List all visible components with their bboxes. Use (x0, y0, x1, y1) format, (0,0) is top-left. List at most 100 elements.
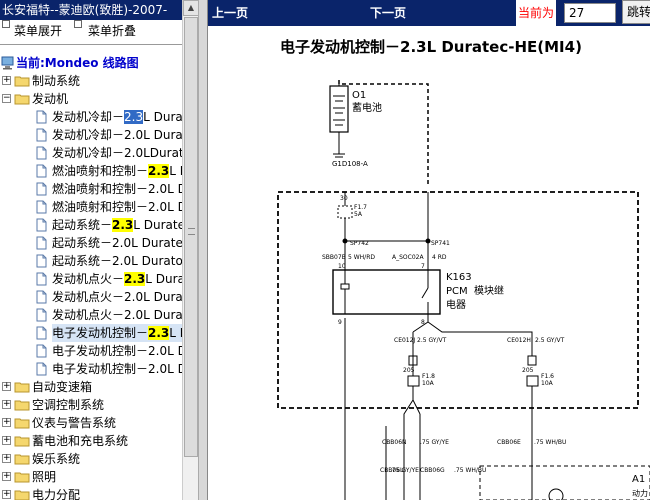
doc-item-suffix: L Durate (133, 218, 182, 232)
search-highlight: 2.3 (148, 164, 170, 178)
engine-doc-item[interactable]: 起动系统－2.0L Durate (0, 234, 182, 252)
expand-toggle-icon[interactable]: + (2, 454, 11, 463)
engine-doc-item[interactable]: 发动机冷却－2.0LDurat (0, 144, 182, 162)
wire3-spec: 2.5 GY/VT (417, 337, 447, 344)
tree-toolbar: 菜单展开 菜单折叠 (0, 20, 182, 42)
engine-doc-item[interactable]: 发动机点火－2.3L Dura (0, 270, 182, 288)
scroll-up-arrow-icon[interactable]: ▲ (183, 0, 199, 16)
doc-item-suffix: 2.0L D (148, 362, 182, 376)
tree-node-power-distribution[interactable]: + 电力分配 (0, 486, 182, 500)
engine-doc-item[interactable]: 发动机点火－2.0L Dura (0, 306, 182, 324)
schematic: O1 蓄电池 G1D108-A 30 F1.7 5A SP742 SP741 S… (277, 80, 650, 500)
tree-node-instruments[interactable]: + 仪表与警告系统 (0, 414, 182, 432)
collapse-menu-button[interactable]: 菜单折叠 (88, 20, 136, 42)
doc-item-prefix: 发动机冷却－ (52, 128, 125, 142)
fuse1-label: F1.7 (354, 204, 367, 211)
doc-item-prefix: 发动机冷却－ (52, 110, 125, 124)
tree-node-lighting[interactable]: + 照明 (0, 468, 182, 486)
document-icon (36, 164, 47, 178)
folder-icon (14, 382, 30, 393)
fuse3-amp: 10A (541, 380, 554, 387)
engine-doc-item[interactable]: 燃油喷射和控制－2.3L D (0, 162, 182, 180)
doc-item-suffix: 2.0L Dura (124, 128, 182, 142)
tree-node-entertainment[interactable]: + 娱乐系统 (0, 450, 182, 468)
tree-node-battery-charging[interactable]: + 蓄电池和充电系统 (0, 432, 182, 450)
tree-node-auto-transmission[interactable]: + 自动变速箱 (0, 378, 182, 396)
expand-toggle-icon[interactable]: + (2, 490, 11, 499)
expand-toggle-icon[interactable]: + (2, 400, 11, 409)
engine-doc-item[interactable]: 燃油喷射和控制－2.0L D (0, 180, 182, 198)
expand-toggle-icon[interactable]: + (2, 382, 11, 391)
tree-node-climate-control[interactable]: + 空调控制系统 (0, 396, 182, 414)
tree-node-brakes[interactable]: + 制动系统 (0, 72, 182, 90)
right-module-desc: 动力 (632, 488, 648, 498)
document-icon (36, 308, 47, 322)
wire7-spec: .75 GY/YE (390, 467, 419, 474)
tree-node-label: 照明 (32, 470, 57, 484)
battery-code: O1 (352, 90, 366, 101)
doc-item-label: 起动系统－2.3L Durate (52, 216, 182, 234)
collapse-toggle-icon[interactable]: − (2, 94, 11, 103)
page-number-input[interactable] (564, 3, 616, 23)
open-folder-icon (14, 94, 30, 105)
engine-doc-item[interactable]: 发动机冷却－2.0L Dura (0, 126, 182, 144)
doc-item-suffix: 2.0L D (148, 182, 182, 196)
scrollbar-thumb[interactable] (184, 17, 198, 457)
fuse2-amp: 10A (422, 380, 435, 387)
engine-doc-item[interactable]: 燃油喷射和控制－2.0L D (0, 198, 182, 216)
ground-label: G1D108-A (332, 160, 368, 168)
doc-item-label: 燃油喷射和控制－2.3L D (52, 162, 182, 180)
doc-item-label: 发动机点火－2.0L Dura (52, 288, 182, 306)
expand-toggle-icon[interactable]: + (2, 472, 11, 481)
tree-view: 长安福特--蒙迪欧(致胜)-2007- 菜单展开 菜单折叠 当前:Mondeo … (0, 0, 182, 500)
engine-doc-item[interactable]: 发动机点火－2.0L Dura (0, 288, 182, 306)
folder-icon (14, 400, 30, 411)
engine-doc-item[interactable]: 起动系统－2.3L Durate (0, 216, 182, 234)
engine-doc-item[interactable]: 电子发动机控制－2.3L D (0, 324, 182, 342)
doc-item-label: 发动机冷却－2.0L Dura (52, 126, 182, 144)
document-icon (36, 200, 47, 214)
doc-item-prefix: 发动机点火－ (52, 308, 125, 322)
expand-menu-button[interactable]: 菜单展开 (14, 20, 62, 42)
expand-toggle-icon[interactable]: + (2, 418, 11, 427)
splice2-label: SP741 (431, 240, 450, 247)
search-highlight: 2.3 (124, 272, 146, 286)
doc-item-prefix: 燃油喷射和控制－ (52, 200, 149, 214)
engine-doc-item[interactable]: 电子发动机控制－2.0L D (0, 342, 182, 360)
document-icon (36, 290, 47, 304)
expand-toggle-icon[interactable]: + (2, 76, 11, 85)
search-highlight: 2.3 (112, 218, 134, 232)
doc-item-prefix: 发动机点火－ (52, 290, 125, 304)
doc-item-suffix: L D (169, 326, 182, 340)
doc-item-label: 起动系统－2.0L Durate (52, 234, 182, 252)
module-desc2: 电器 (446, 298, 466, 311)
document-icon (36, 236, 47, 250)
engine-doc-item[interactable]: 起动系统－2.0L Durato (0, 252, 182, 270)
fuse2-label: F1.8 (422, 373, 435, 380)
engine-doc-item[interactable]: 发动机冷却－2.3L Dura (0, 108, 182, 126)
wire6-code: CBB06E (497, 439, 521, 446)
tree-node-label: 空调控制系统 (32, 398, 105, 412)
pin10: 10 (338, 263, 346, 270)
expand-toggle-icon[interactable]: + (2, 436, 11, 445)
engine-doc-item[interactable]: 电子发动机控制－2.0L D (0, 360, 182, 378)
tree-node-engine[interactable]: − 发动机 (0, 90, 182, 108)
next-page-link[interactable]: 下一页 (370, 0, 406, 26)
prev-page-link[interactable]: 上一页 (212, 0, 248, 26)
document-icon (36, 326, 47, 340)
doc-item-suffix: L D (169, 164, 182, 178)
document-icon (36, 218, 47, 232)
doc-item-label: 发动机冷却－2.0LDurat (52, 144, 182, 162)
tree-scrollbar[interactable]: ▲ (182, 0, 199, 500)
wire8-spec: .75 WH/BU (454, 467, 486, 474)
tree-node-label: 制动系统 (32, 74, 81, 88)
wire1-code: SBB07B (322, 254, 346, 261)
pane-splitter[interactable] (198, 0, 208, 500)
doc-item-suffix: 2.0L D (148, 200, 182, 214)
current-root-label: 当前:Mondeo 线路图 (16, 56, 139, 70)
jump-button[interactable]: 跳转 (622, 0, 650, 24)
document-icon (36, 272, 47, 286)
fuse1-amp: 5A (354, 211, 363, 218)
tree-node-label: 娱乐系统 (32, 452, 81, 466)
tree-node-label: 蓄电池和充电系统 (32, 434, 129, 448)
